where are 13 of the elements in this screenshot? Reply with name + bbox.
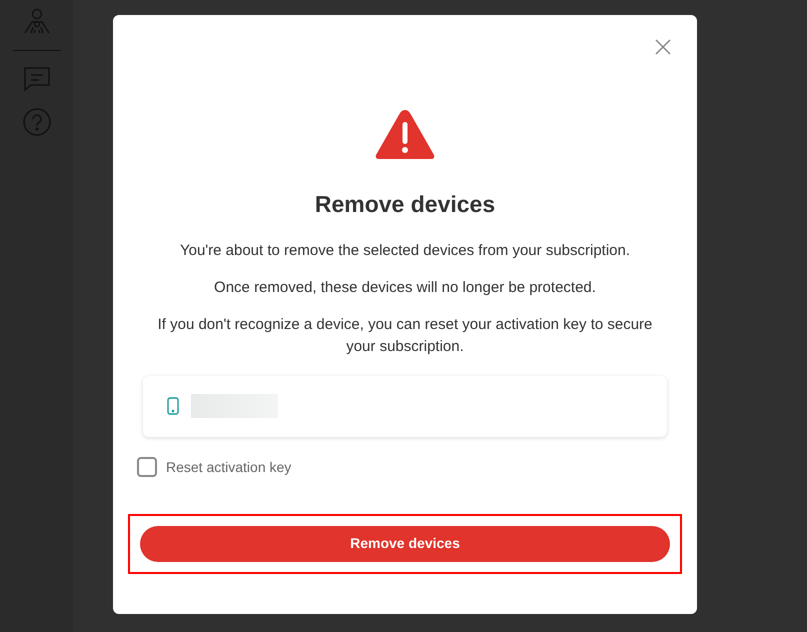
message-text: Once removed, these devices will no longer be protected. [214,278,596,298]
message-text: If you don't recognize a device, you can reset your activation key to secure your subscription. [156,314,654,356]
checkbox[interactable] [137,457,157,477]
message-text: You're about to remove the selected devices from your subscription. [180,240,630,260]
phone-icon [167,397,179,415]
remove-devices-button[interactable]: Remove devices [140,526,670,562]
close-button[interactable] [653,37,673,57]
dialog-title: Remove devices [314,190,496,219]
warning-icon [374,107,436,161]
chat-icon[interactable] [22,65,52,93]
family-icon[interactable] [22,6,52,36]
help-icon[interactable] [22,107,52,137]
checkbox-label: Reset activation key [166,458,292,477]
